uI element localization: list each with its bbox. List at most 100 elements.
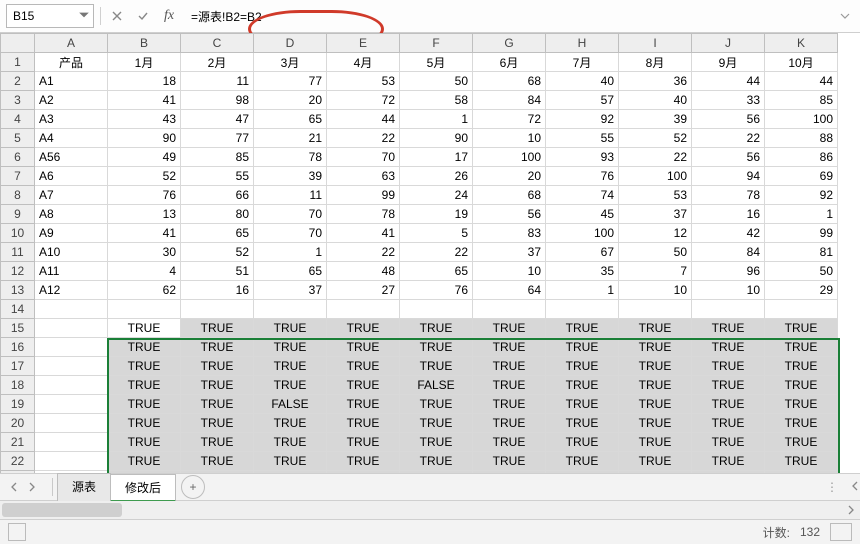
row-header[interactable]: 20	[1, 414, 35, 433]
row-header[interactable]: 6	[1, 148, 35, 167]
cell[interactable]: TRUE	[400, 319, 473, 338]
cell[interactable]: TRUE	[181, 414, 254, 433]
cell[interactable]: 22	[327, 129, 400, 148]
cell[interactable]: 29	[765, 281, 838, 300]
row-header[interactable]: 2	[1, 72, 35, 91]
cell[interactable]: TRUE	[473, 338, 546, 357]
select-all-corner[interactable]	[1, 34, 35, 53]
cell[interactable]: 86	[765, 148, 838, 167]
cell[interactable]: TRUE	[765, 433, 838, 452]
scroll-thumb[interactable]	[2, 503, 122, 517]
cell[interactable]: FALSE	[400, 376, 473, 395]
cell[interactable]: 56	[692, 148, 765, 167]
new-sheet-button[interactable]: +	[181, 475, 205, 499]
cell[interactable]: 76	[108, 186, 181, 205]
cell[interactable]: TRUE	[108, 357, 181, 376]
cell[interactable]: 96	[692, 262, 765, 281]
cell[interactable]: 53	[619, 186, 692, 205]
cell[interactable]: TRUE	[108, 433, 181, 452]
expand-formula-bar-button[interactable]	[836, 11, 854, 21]
cell[interactable]: 44	[765, 72, 838, 91]
cell[interactable]: 22	[619, 148, 692, 167]
hscroll-left-button[interactable]	[850, 480, 860, 494]
col-header[interactable]: E	[327, 34, 400, 53]
cell[interactable]: 40	[619, 91, 692, 110]
cell[interactable]: TRUE	[546, 433, 619, 452]
row-header[interactable]: 17	[1, 357, 35, 376]
tab-overflow-icon[interactable]: ⋮	[826, 480, 838, 494]
cell[interactable]	[108, 300, 181, 319]
cell[interactable]: TRUE	[254, 338, 327, 357]
cell[interactable]: 65	[254, 110, 327, 129]
cell[interactable]: 1	[765, 205, 838, 224]
cell[interactable]: TRUE	[692, 376, 765, 395]
cell[interactable]: 64	[473, 281, 546, 300]
col-header[interactable]: K	[765, 34, 838, 53]
cell[interactable]: TRUE	[473, 376, 546, 395]
cell[interactable]: TRUE	[254, 376, 327, 395]
cell[interactable]: TRUE	[546, 395, 619, 414]
cell[interactable]: 88	[765, 129, 838, 148]
col-header[interactable]: A	[35, 34, 108, 53]
cell[interactable]: TRUE	[181, 452, 254, 471]
cell[interactable]	[35, 300, 108, 319]
cell[interactable]: 69	[765, 167, 838, 186]
cell[interactable]: TRUE	[327, 395, 400, 414]
row-header[interactable]: 15	[1, 319, 35, 338]
cell[interactable]: 65	[400, 262, 473, 281]
cell[interactable]: TRUE	[254, 357, 327, 376]
cell[interactable]: 62	[108, 281, 181, 300]
cell[interactable]: A6	[35, 167, 108, 186]
cell[interactable]: 36	[619, 72, 692, 91]
col-header[interactable]: B	[108, 34, 181, 53]
row-header[interactable]: 22	[1, 452, 35, 471]
cell[interactable]: 55	[546, 129, 619, 148]
cell[interactable]: 10	[473, 129, 546, 148]
col-header[interactable]: J	[692, 34, 765, 53]
cell[interactable]: 4月	[327, 53, 400, 72]
cell[interactable]: 40	[546, 72, 619, 91]
cell[interactable]: TRUE	[546, 452, 619, 471]
cell[interactable]: 12	[619, 224, 692, 243]
cell[interactable]: TRUE	[619, 376, 692, 395]
cell[interactable]: 52	[619, 129, 692, 148]
cell[interactable]: 1	[254, 243, 327, 262]
cell[interactable]: TRUE	[619, 338, 692, 357]
cell[interactable]: A1	[35, 72, 108, 91]
cell[interactable]: 10月	[765, 53, 838, 72]
cell[interactable]: TRUE	[181, 319, 254, 338]
cell[interactable]: 20	[254, 91, 327, 110]
row-header[interactable]: 12	[1, 262, 35, 281]
cell[interactable]: TRUE	[692, 452, 765, 471]
cell[interactable]: 63	[327, 167, 400, 186]
name-box-dropdown-icon[interactable]	[78, 8, 90, 22]
cell[interactable]: 41	[108, 224, 181, 243]
cell[interactable]: TRUE	[765, 357, 838, 376]
cell[interactable]: TRUE	[473, 433, 546, 452]
cell[interactable]: 92	[546, 110, 619, 129]
col-header[interactable]: I	[619, 34, 692, 53]
cell[interactable]: 100	[619, 167, 692, 186]
cell[interactable]: 47	[181, 110, 254, 129]
cell[interactable]: 77	[181, 129, 254, 148]
cell[interactable]: TRUE	[619, 452, 692, 471]
cell[interactable]: TRUE	[765, 414, 838, 433]
cell[interactable]: TRUE	[327, 319, 400, 338]
row-header[interactable]: 14	[1, 300, 35, 319]
cell[interactable]: 27	[327, 281, 400, 300]
cell[interactable]: TRUE	[327, 433, 400, 452]
cell[interactable]: A10	[35, 243, 108, 262]
row-header[interactable]: 9	[1, 205, 35, 224]
cell[interactable]: 11	[181, 72, 254, 91]
tab-prev-button[interactable]	[6, 479, 22, 495]
cell[interactable]: 10	[473, 262, 546, 281]
row-header[interactable]: 8	[1, 186, 35, 205]
cell[interactable]: TRUE	[181, 376, 254, 395]
cell[interactable]: TRUE	[546, 376, 619, 395]
col-header[interactable]: C	[181, 34, 254, 53]
row-header[interactable]: 19	[1, 395, 35, 414]
insert-function-button[interactable]: fx	[159, 6, 179, 26]
cell[interactable]	[254, 300, 327, 319]
cell[interactable]: 10	[619, 281, 692, 300]
cell[interactable]: TRUE	[400, 414, 473, 433]
